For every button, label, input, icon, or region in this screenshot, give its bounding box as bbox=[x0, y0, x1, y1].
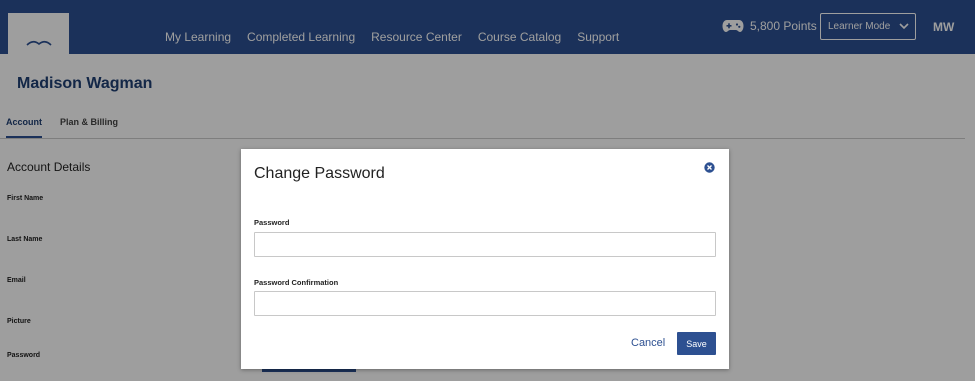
password-input[interactable] bbox=[254, 232, 716, 257]
password-label: Password bbox=[254, 218, 290, 227]
save-button[interactable]: Save bbox=[677, 332, 716, 355]
cancel-button[interactable]: Cancel bbox=[631, 337, 665, 349]
password-confirmation-input[interactable] bbox=[254, 291, 716, 316]
password-confirmation-label: Password Confirmation bbox=[254, 278, 339, 287]
change-password-dialog: Change Password Password Password Confir… bbox=[241, 149, 729, 369]
dialog-title: Change Password bbox=[254, 165, 385, 182]
close-icon[interactable] bbox=[704, 162, 715, 173]
